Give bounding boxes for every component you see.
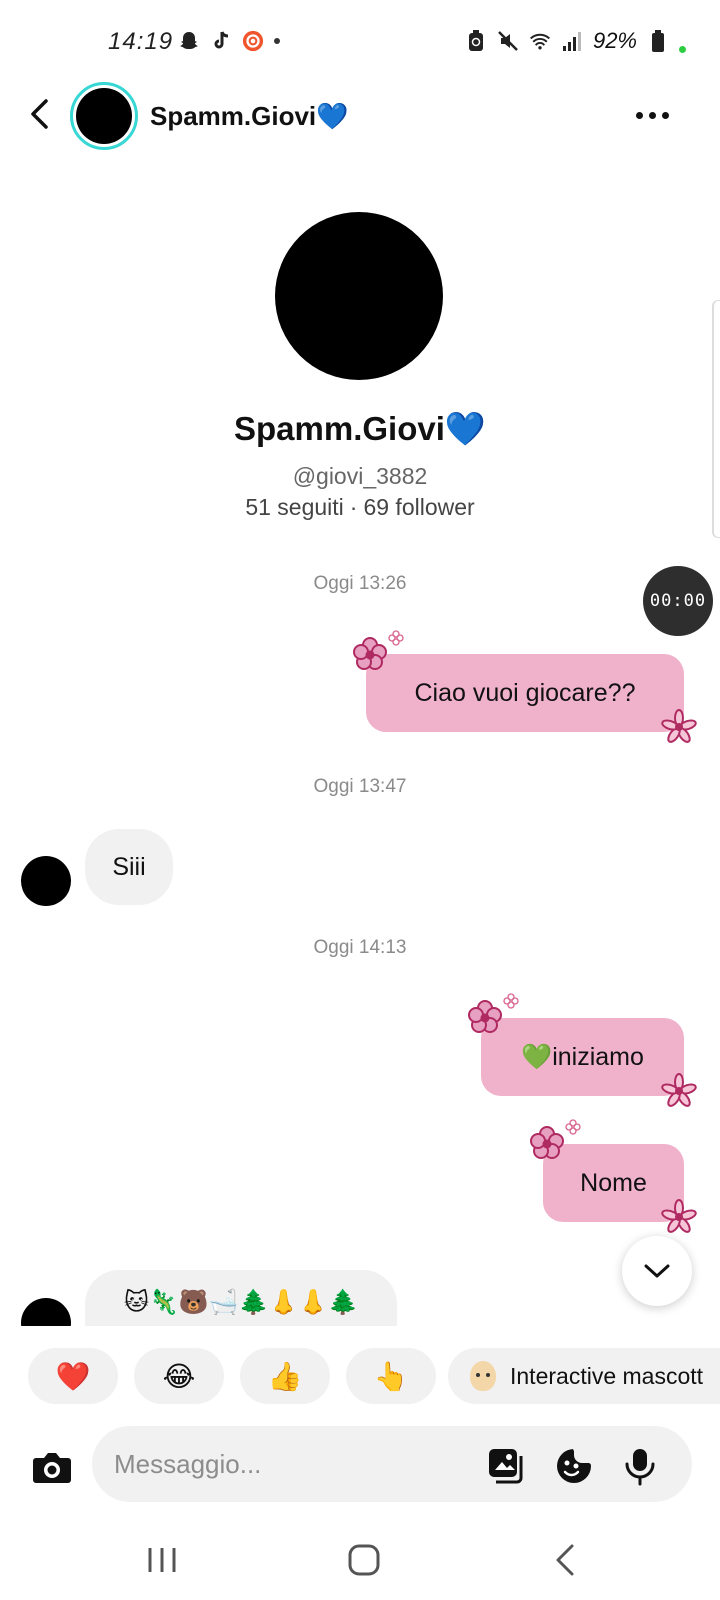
flower-sticker-icon — [661, 709, 697, 743]
quick-reaction-thumbs-up[interactable]: 👍 — [240, 1348, 330, 1404]
message-input-container[interactable] — [92, 1426, 692, 1502]
chevron-left-icon — [31, 99, 48, 129]
profile-avatar[interactable] — [275, 212, 443, 380]
timestamp: Oggi 13:47 — [313, 776, 407, 797]
sender-avatar[interactable] — [21, 856, 71, 906]
mascot-egg-icon — [470, 1361, 496, 1391]
timestamp: Oggi 13:26 — [313, 573, 407, 594]
status-time: 14:19 — [108, 28, 174, 55]
status-icons-right: 92% — [465, 28, 686, 54]
quick-reaction-laugh[interactable]: 😂 — [134, 1348, 224, 1404]
outgoing-message[interactable]: Ciao vuoi giocare?? — [366, 654, 684, 732]
notification-dot — [274, 38, 280, 44]
flower-sticker-icon — [661, 1073, 697, 1107]
profile-name: Spamm.Giovi💙 — [234, 410, 486, 447]
back-button[interactable] — [22, 96, 58, 132]
status-icons-left — [178, 30, 280, 52]
more-dot — [662, 111, 669, 119]
flower-sticker-icon — [661, 1199, 697, 1233]
wifi-icon — [529, 30, 551, 52]
sticker-icon[interactable] — [554, 1446, 594, 1486]
battery-saver-icon — [465, 30, 487, 52]
header-username[interactable]: Spamm.Giovi💙 — [150, 101, 349, 132]
battery-icon — [647, 30, 669, 52]
avatar-image — [76, 88, 132, 144]
flower-sticker-icon — [353, 630, 404, 670]
followers-count[interactable]: 69 follower — [363, 494, 474, 520]
profile-handle: @giovi_3882 — [292, 463, 428, 489]
more-options-button[interactable] — [636, 104, 676, 126]
incoming-message[interactable]: Siii — [85, 829, 173, 905]
scroll-to-bottom-button[interactable] — [622, 1236, 692, 1306]
profile-stats: 51 seguiti · 69 follower — [0, 494, 720, 521]
flower-sticker-icon — [468, 993, 519, 1033]
battery-percent: 92% — [592, 28, 637, 53]
camera-button[interactable] — [30, 1448, 74, 1488]
snapchat-icon — [178, 30, 200, 52]
message-input[interactable] — [112, 1447, 476, 1481]
flower-sticker-icon — [530, 1119, 581, 1159]
green-indicator-dot — [679, 45, 686, 53]
timestamp: Oggi 14:13 — [313, 937, 407, 958]
camera-icon — [33, 1453, 71, 1483]
more-dot — [649, 111, 656, 119]
tiktok-icon — [210, 30, 232, 52]
stats-separator: · — [349, 494, 358, 520]
back-nav-button[interactable] — [546, 1540, 586, 1580]
quick-reaction-pointing-up[interactable]: 👆 — [346, 1348, 436, 1404]
scroll-indicator[interactable] — [712, 300, 720, 538]
quick-reaction-heart[interactable]: ❤️ — [28, 1348, 118, 1404]
following-count[interactable]: 51 seguiti — [245, 494, 343, 520]
interactive-mascot-button[interactable]: Interactive mascott — [448, 1348, 720, 1404]
more-dot — [636, 111, 643, 119]
gallery-icon[interactable] — [486, 1446, 526, 1486]
microphone-icon[interactable] — [620, 1446, 660, 1486]
mascot-label: Interactive mascott — [510, 1362, 704, 1389]
chevron-down-icon — [644, 1264, 670, 1278]
header-avatar[interactable] — [70, 82, 138, 150]
recent-apps-button[interactable] — [142, 1540, 182, 1580]
home-button[interactable] — [344, 1540, 384, 1580]
mute-icon — [497, 30, 519, 52]
screen-recorder-icon — [242, 30, 264, 52]
signal-icon — [561, 30, 583, 52]
